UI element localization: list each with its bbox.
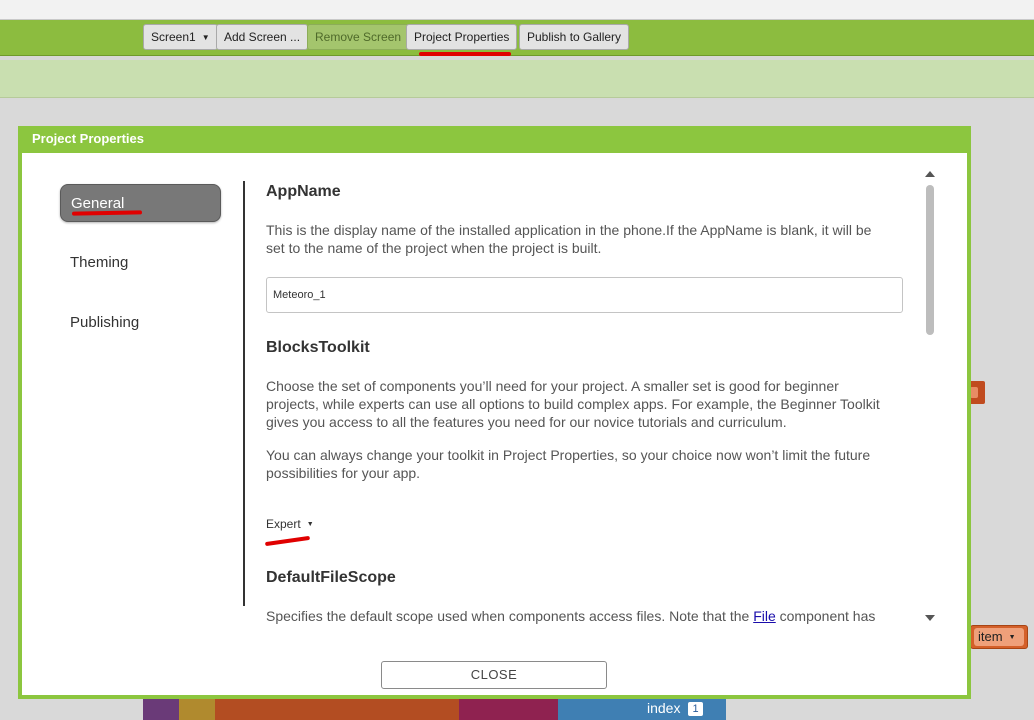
chevron-down-icon: ▼	[201, 33, 210, 42]
dialog-title: Project Properties	[32, 131, 144, 146]
appname-title: AppName	[266, 183, 341, 200]
defaultfilescope-text: Specifies the default scope used when co…	[266, 608, 754, 624]
appname-input[interactable]: Meteoro_1	[266, 277, 903, 313]
scroll-thumb[interactable]	[926, 185, 934, 335]
block-magenta[interactable]	[459, 697, 558, 720]
content-scrollbar[interactable]	[922, 171, 938, 623]
designer-toolbar: Screen1 ▼ Add Screen ... Remove Screen Pr…	[0, 20, 1034, 56]
index-block-label: index	[647, 700, 681, 716]
block-orange[interactable]	[215, 697, 459, 720]
item-block-label: item	[978, 629, 1003, 644]
publish-to-gallery-button[interactable]: Publish to Gallery	[519, 24, 630, 50]
item-block-pill: item ▼	[974, 628, 1024, 646]
annotation-underline-project-properties	[419, 52, 511, 56]
defaultfilescope-description: Specifies the default scope used when co…	[266, 607, 886, 627]
block-gold[interactable]	[179, 697, 215, 720]
defaultfilescope-title: DefaultFileScope	[266, 569, 396, 586]
blocks-bottom-strip: index 1	[143, 697, 726, 720]
blockstoolkit-title: BlocksToolkit	[266, 339, 370, 356]
index-value: 1	[688, 702, 703, 716]
top-strip	[0, 0, 1034, 20]
block-purple[interactable]	[143, 697, 179, 720]
project-properties-button[interactable]: Project Properties	[406, 24, 518, 50]
scroll-down-arrow-icon[interactable]	[925, 615, 935, 621]
chevron-down-icon: ▼	[1008, 634, 1016, 641]
properties-content[interactable]: AppName This is the display name of the …	[266, 153, 926, 627]
item-block[interactable]: item ▼	[970, 625, 1028, 649]
add-screen-button[interactable]: Add Screen ...	[216, 24, 309, 50]
blockstoolkit-note: You can always change your toolkit in Pr…	[266, 447, 871, 481]
index-block[interactable]: index 1	[558, 697, 726, 720]
toolkit-dropdown-value: Expert	[266, 517, 301, 531]
nav-divider	[243, 181, 245, 606]
scroll-up-arrow-icon[interactable]	[925, 171, 935, 177]
appname-description: This is the display name of the installe…	[266, 222, 872, 256]
screen-selector-label: Screen1	[151, 30, 196, 44]
chevron-down-icon: ▼	[306, 521, 314, 528]
project-properties-dialog: Project Properties General Theming Publi…	[18, 126, 971, 699]
remove-screen-button[interactable]: Remove Screen	[307, 24, 410, 50]
file-link[interactable]: File	[753, 608, 776, 624]
nav-theming[interactable]: Theming	[60, 244, 221, 282]
nav-general[interactable]: General	[60, 184, 221, 222]
close-button[interactable]: CLOSE	[381, 661, 607, 689]
toolkit-dropdown[interactable]: Expert ▼	[266, 517, 314, 531]
screen-selector-button[interactable]: Screen1 ▼	[143, 24, 218, 50]
sub-toolbar	[0, 60, 1034, 98]
nav-publishing[interactable]: Publishing	[60, 304, 221, 342]
blockstoolkit-description: Choose the set of components you’ll need…	[266, 378, 880, 430]
dialog-body: General Theming Publishing AppName This …	[22, 153, 967, 695]
